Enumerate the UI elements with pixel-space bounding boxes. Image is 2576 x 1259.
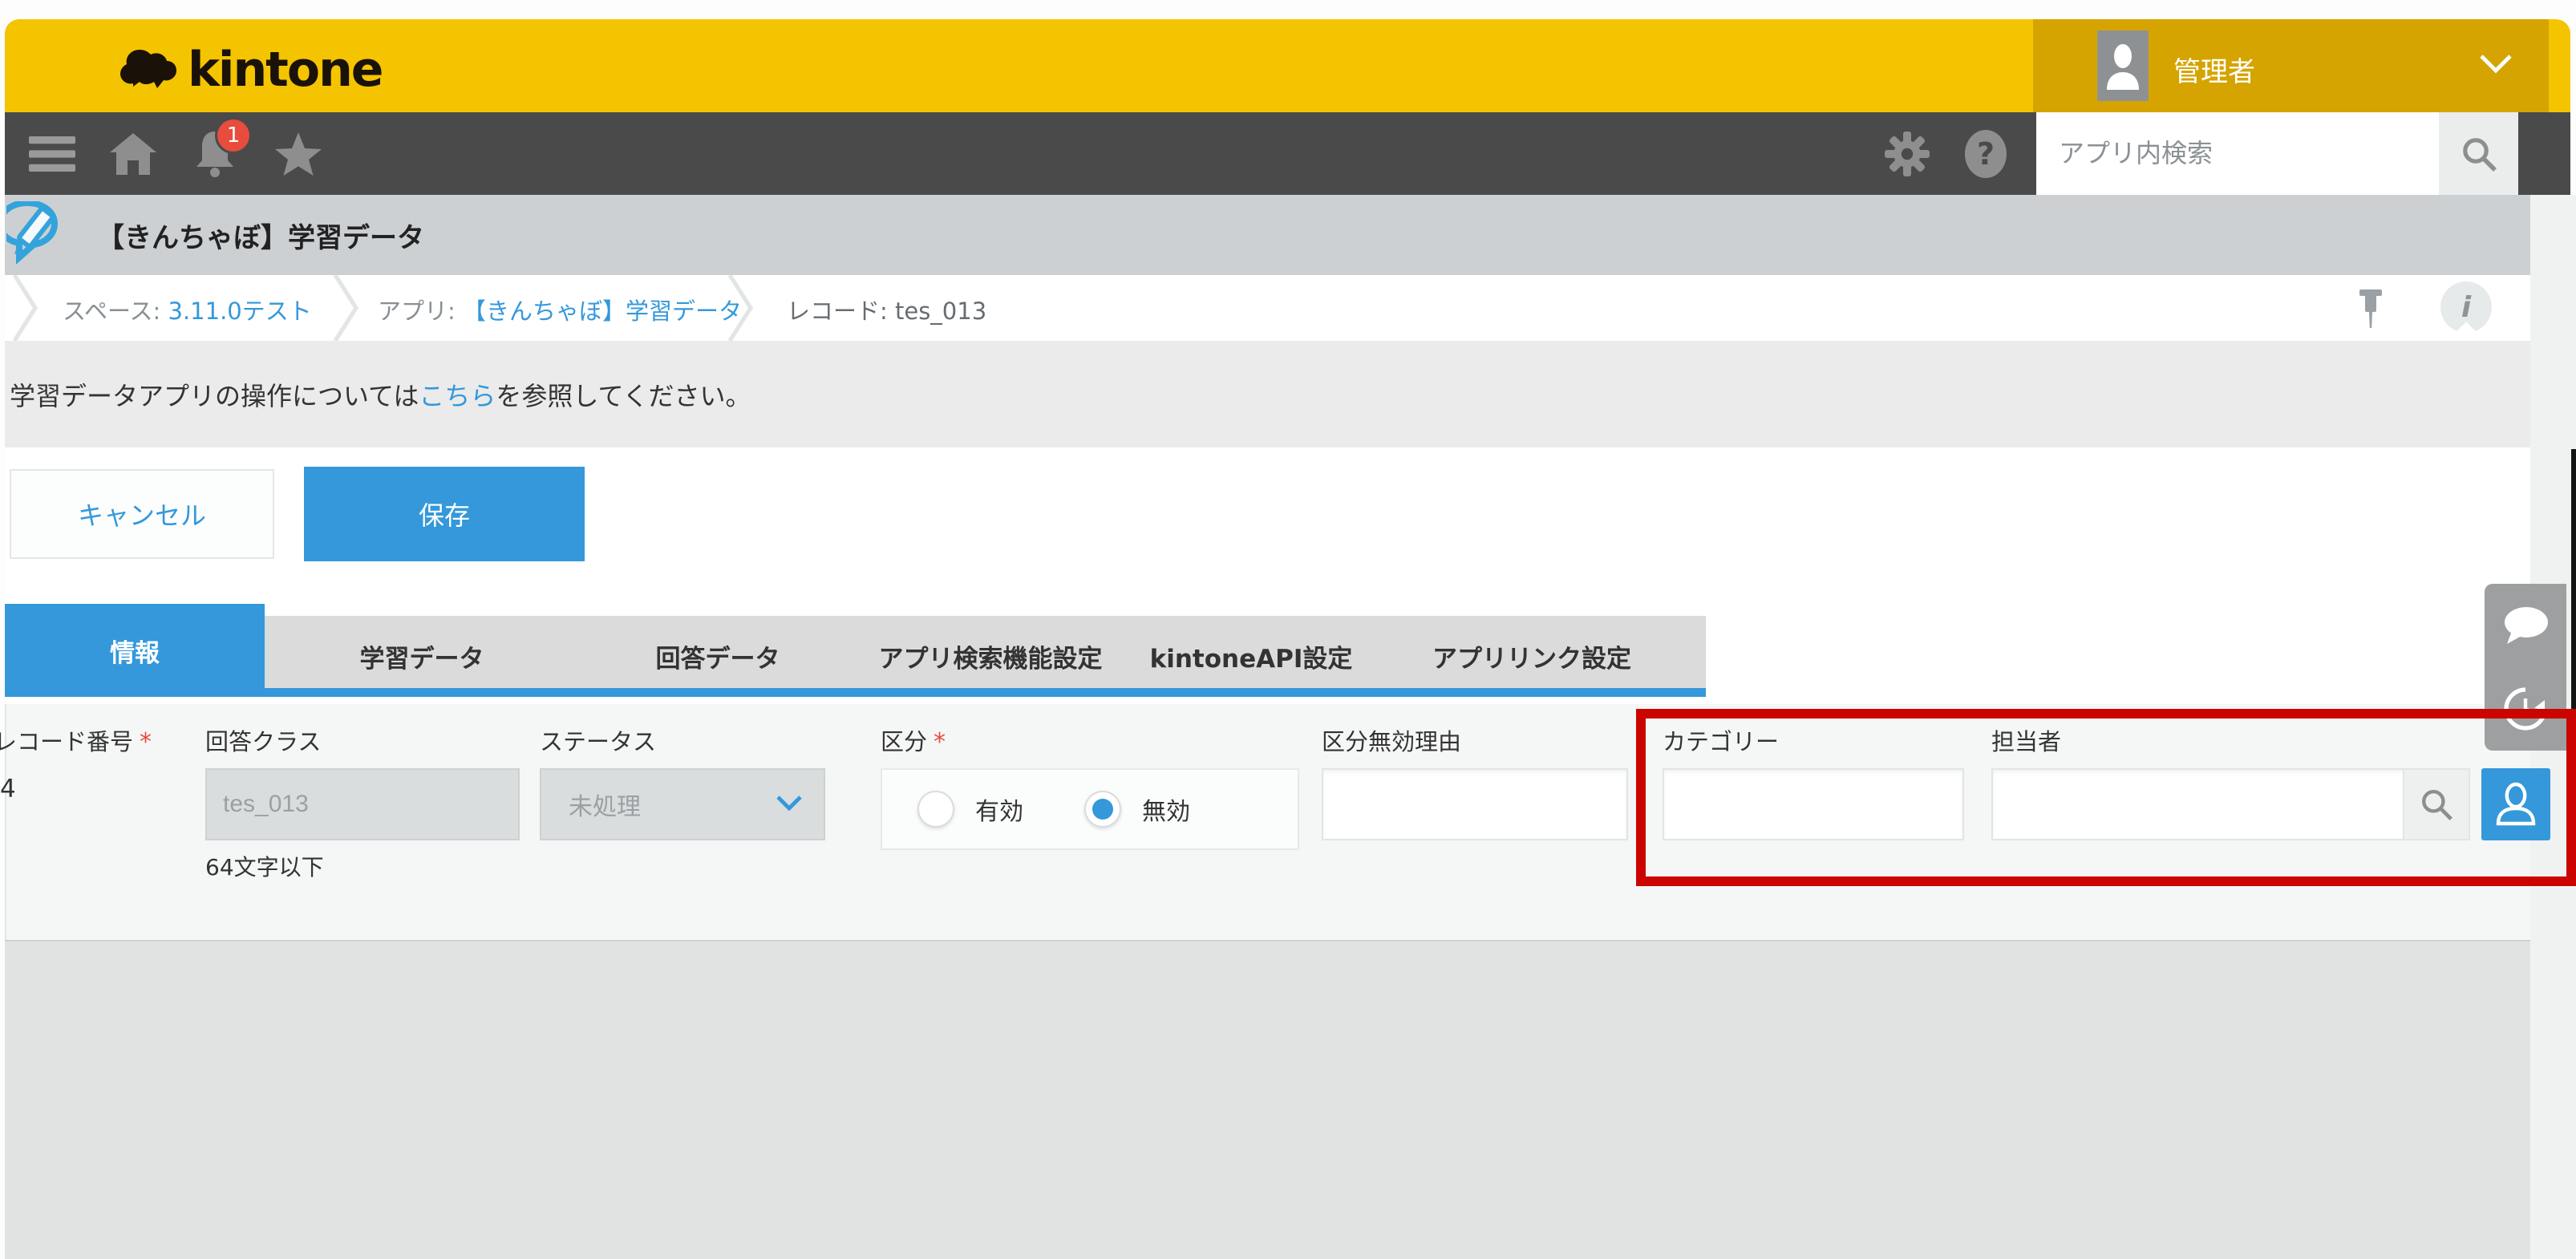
user-menu[interactable]: 管理者	[2033, 19, 2549, 112]
assignee-search-button[interactable]	[2403, 770, 2469, 839]
tab-app-link-settings[interactable]: アプリリンク設定	[1399, 616, 1665, 696]
assignee-label: 担当者	[1991, 723, 2061, 757]
breadcrumb-link-app[interactable]: 【きんちゃぼ】学習データ	[463, 298, 742, 325]
save-button[interactable]: 保存	[304, 467, 585, 561]
breadcrumb: スペース: 3.11.0テスト アプリ: 【きんちゃぼ】学習データ レコード: …	[5, 275, 2530, 341]
gear-icon[interactable]	[1873, 112, 1941, 195]
record-number-label: レコード番号*	[0, 723, 152, 757]
notice-text: 学習データアプリの操作についてはこちらを参照してください。	[10, 376, 751, 413]
breadcrumb-item-record: レコード: tes_013	[787, 293, 986, 326]
radio-checked-icon[interactable]	[1084, 791, 1121, 828]
search-icon	[2460, 135, 2498, 173]
app-search-input[interactable]	[2036, 112, 2439, 195]
nav-bar: 1 ?	[5, 112, 2570, 195]
assignee-field	[1991, 768, 2470, 840]
tab-zone: 情報 学習データ 回答データ アプリ検索機能設定 kintoneAPI設定 アプ…	[5, 597, 2530, 704]
user-name: 管理者	[2173, 50, 2255, 89]
cancel-button[interactable]: キャンセル	[10, 469, 274, 559]
breadcrumb-chevron-icon	[11, 275, 38, 344]
cloud-logo-icon	[117, 43, 180, 96]
required-asterisk: *	[140, 728, 152, 756]
history-icon	[2502, 686, 2549, 732]
header-bar: kintone 管理者	[5, 19, 2570, 112]
status-select[interactable]: 未処理	[540, 768, 825, 840]
record-history-button[interactable]	[2485, 669, 2566, 749]
kubun-label: 区分*	[881, 723, 946, 757]
chevron-down-icon	[2478, 53, 2513, 77]
chevron-down-icon	[776, 795, 803, 814]
content-bottom-area	[5, 940, 2530, 1259]
star-icon[interactable]	[266, 112, 330, 195]
page: kintone 管理者 1 ?	[0, 0, 2576, 1259]
required-asterisk: *	[934, 728, 946, 756]
radio-unchecked-icon[interactable]	[917, 791, 954, 828]
kintone-logo: kintone	[117, 42, 383, 98]
app-search-button[interactable]	[2439, 112, 2518, 195]
chat-bubble-icon	[2501, 605, 2550, 646]
status-label: ステータス	[540, 723, 656, 757]
app-title: 【きんちゃぼ】学習データ	[97, 216, 424, 255]
kubun-radio-group: 有効 無効	[881, 768, 1299, 850]
tab-info[interactable]: 情報	[5, 604, 265, 697]
answer-class-helper: 64文字以下	[205, 850, 324, 882]
logo-wordmark: kintone	[188, 42, 383, 98]
home-icon[interactable]	[103, 112, 164, 195]
app-title-bar: 【きんちゃぼ】学習データ	[5, 195, 2530, 275]
assignee-user-picker-button[interactable]	[2481, 768, 2550, 840]
tab-learning-data[interactable]: 学習データ	[310, 616, 534, 696]
user-avatar	[2097, 30, 2149, 101]
tab-answer-data[interactable]: 回答データ	[613, 616, 823, 696]
notification-badge: 1	[215, 117, 252, 154]
tab-underline	[5, 688, 1706, 697]
kubun-reason-label: 区分無効理由	[1322, 723, 1461, 757]
breadcrumb-link-space[interactable]: 3.11.0テスト	[168, 298, 312, 325]
breadcrumb-item-space: スペース: 3.11.0テスト	[63, 293, 312, 326]
answer-class-input[interactable]	[205, 768, 520, 840]
record-form: レコード番号* 4 回答クラス 64文字以下 ステータス 未処理 区分* 有効 …	[5, 704, 2530, 940]
pin-icon[interactable]	[2355, 288, 2387, 333]
actions-bar: キャンセル 保存	[5, 447, 2530, 597]
kubun-reason-input[interactable]	[1322, 768, 1628, 840]
radio-option-valid[interactable]: 有効	[917, 791, 1023, 828]
category-label: カテゴリー	[1663, 723, 1779, 757]
floating-side-panel	[2485, 584, 2566, 751]
radio-option-invalid[interactable]: 無効	[1084, 791, 1190, 828]
window-edge-line	[2571, 449, 2576, 710]
svg-text:?: ?	[1977, 136, 1995, 172]
breadcrumb-chevron-icon	[727, 275, 754, 344]
tab-app-search-settings[interactable]: アプリ検索機能設定	[853, 616, 1128, 696]
record-number-value: 4	[0, 775, 16, 804]
answer-class-label: 回答クラス	[205, 723, 321, 757]
person-icon	[2105, 42, 2141, 90]
comments-button[interactable]	[2485, 585, 2566, 666]
help-icon[interactable]: ?	[1952, 112, 2019, 195]
hamburger-menu-icon[interactable]	[24, 112, 80, 195]
tab-kintone-api-settings[interactable]: kintoneAPI設定	[1142, 616, 1360, 696]
notice-link[interactable]: こちら	[419, 381, 496, 411]
search-icon	[2419, 787, 2454, 822]
notice-banner: 学習データアプリの操作についてはこちらを参照してください。	[5, 341, 2530, 447]
app-pencil-icon	[6, 201, 87, 273]
breadcrumb-chevron-icon	[332, 275, 359, 344]
assignee-input[interactable]	[1993, 770, 2403, 839]
category-input[interactable]	[1663, 768, 1964, 840]
breadcrumb-item-app: アプリ: 【きんちゃぼ】学習データ	[378, 293, 742, 326]
person-icon	[2495, 782, 2537, 827]
